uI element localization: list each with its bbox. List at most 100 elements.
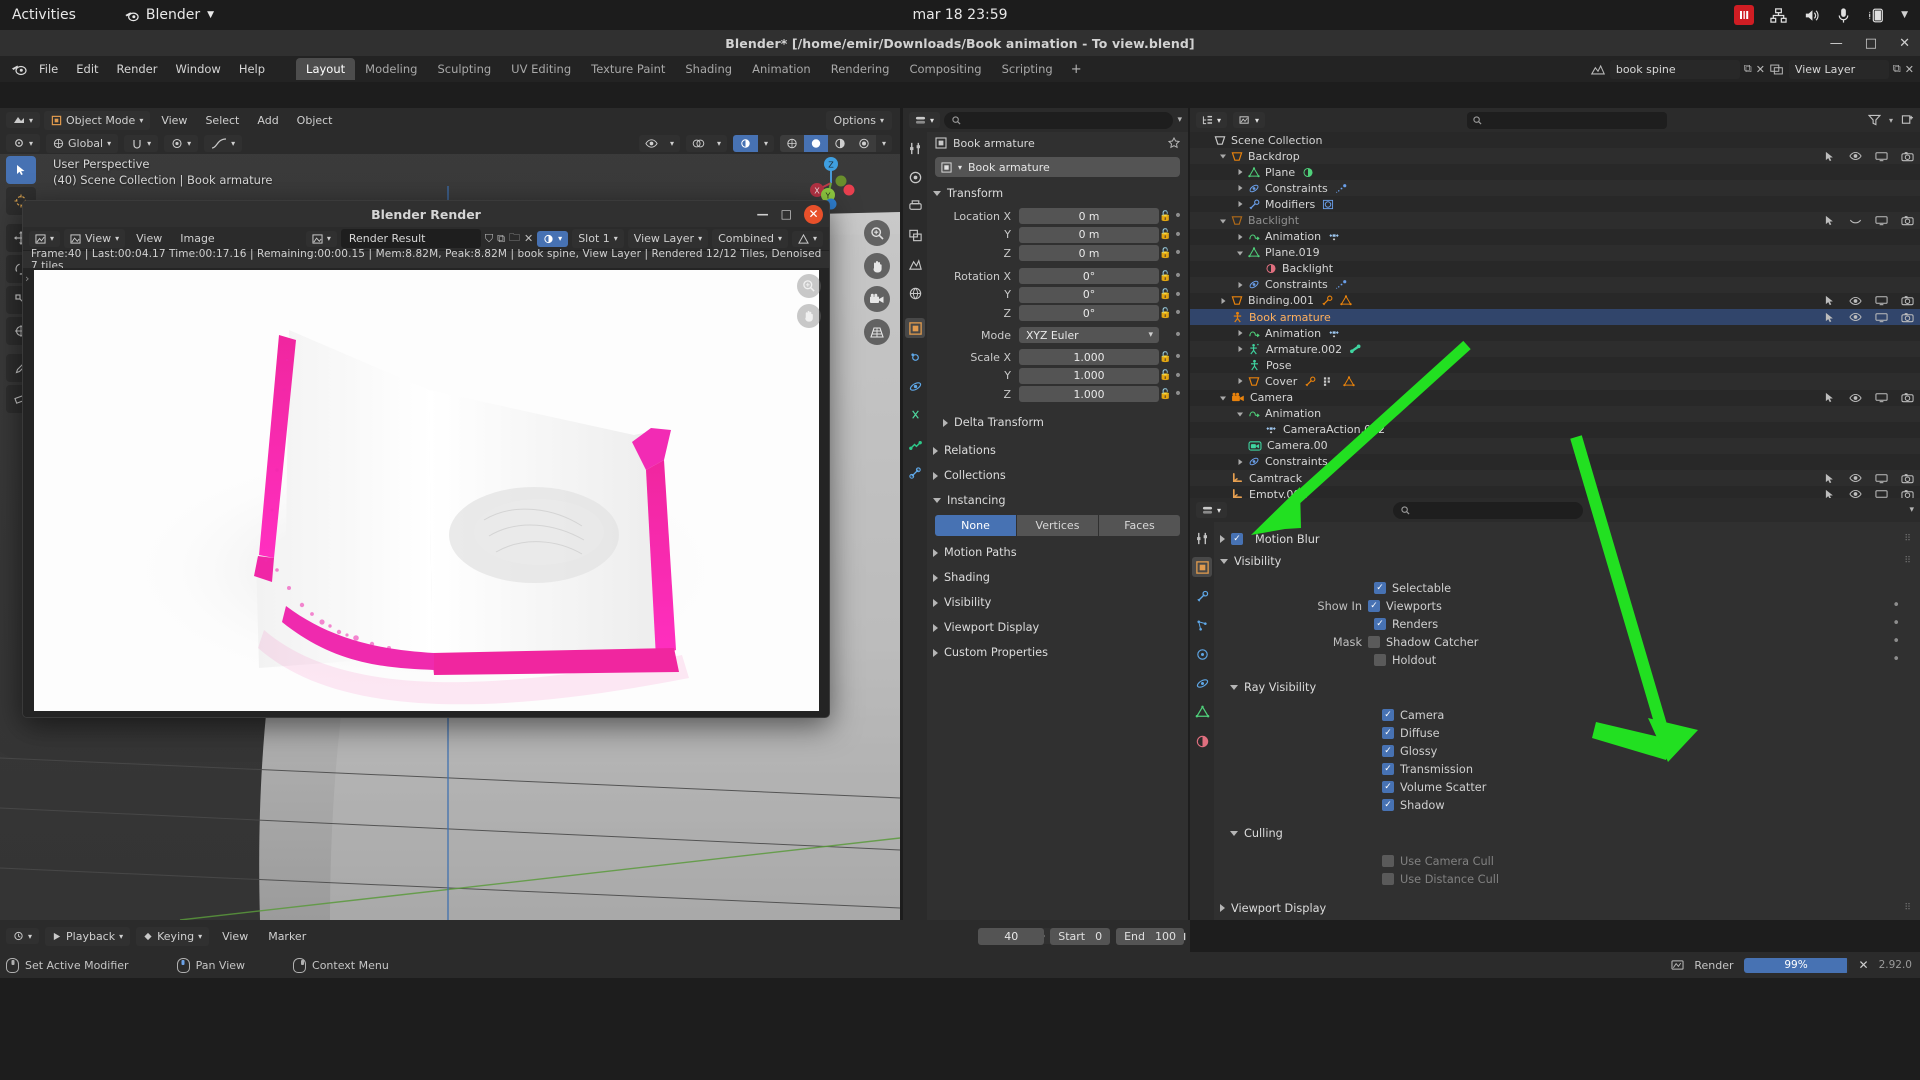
dropdown-rotation-mode[interactable]: XYZ Euler ▾ (1019, 327, 1159, 343)
tab-object-data[interactable] (1192, 702, 1212, 722)
fake-user-shield-icon[interactable]: ⛉ (485, 232, 493, 246)
disable-in-renders-icon[interactable] (1901, 151, 1914, 162)
tab-compositing[interactable]: Compositing (899, 58, 991, 80)
shading-wireframe-icon[interactable] (779, 134, 804, 152)
outliner-row-camtrack[interactable]: Camtrack (1190, 469, 1920, 487)
hide-in-viewport-icon[interactable] (1849, 473, 1862, 483)
shading-dropdown-icon[interactable]: ▾ (876, 135, 892, 152)
disable-in-viewports-icon[interactable] (1875, 392, 1888, 403)
xray-toggle-group[interactable]: ▾ (732, 134, 774, 152)
lock-icon[interactable]: 🔓 (1159, 370, 1172, 381)
timeline-menu-view[interactable]: View (215, 927, 255, 946)
chevron-down-icon[interactable] (1217, 152, 1228, 160)
disable-in-renders-icon[interactable] (1901, 489, 1914, 498)
render-image-browse-icon[interactable]: ▾ (305, 230, 337, 247)
xray-dropdown-icon[interactable]: ▾ (758, 135, 774, 152)
object-id-field[interactable]: ▾ Book armature (935, 157, 1180, 177)
timeline-menu-marker[interactable]: Marker (261, 927, 313, 946)
network-icon[interactable] (1770, 7, 1787, 24)
chevron-right-icon[interactable] (1234, 281, 1245, 289)
volume-icon[interactable] (1803, 7, 1820, 24)
viewport-menu-view[interactable]: View (154, 111, 194, 130)
panel-shading-header[interactable]: Shading (927, 567, 1188, 588)
start-frame-field[interactable]: Start 0 (1050, 927, 1111, 945)
animate-dot-icon[interactable]: • (1892, 617, 1900, 630)
outliner-row-animation[interactable]: Animation (1190, 405, 1920, 422)
tab-modeling[interactable]: Modeling (355, 58, 427, 80)
hide-in-viewport-icon[interactable] (1849, 489, 1862, 498)
scene-name-field[interactable]: book spine (1609, 59, 1740, 79)
keying-dropdown[interactable]: Keying ▾ (136, 926, 210, 946)
input-rotation-z[interactable]: 0° (1019, 305, 1159, 321)
constraint-follow-icon[interactable] (1335, 183, 1348, 194)
wrench-icon[interactable] (1321, 295, 1333, 306)
render-minimize-button[interactable]: — (757, 207, 769, 221)
constraint-follow-icon[interactable] (1335, 456, 1348, 467)
restrict-select-icon[interactable] (1824, 312, 1836, 323)
lock-icon[interactable]: 🔓 (1159, 308, 1172, 319)
input-scale-z[interactable]: 1.000 (1019, 386, 1159, 402)
unlink-scene-icon[interactable]: ✕ (1756, 63, 1765, 76)
chevron-down-icon[interactable] (1217, 394, 1228, 402)
show-overlays-icon[interactable] (686, 135, 711, 152)
viewport-menu-object[interactable]: Object (290, 111, 340, 130)
tab-sculpting[interactable]: Sculpting (427, 58, 501, 80)
render-layer-dropdown[interactable]: View Layer ▾ (627, 229, 709, 248)
tab-layout[interactable]: Layout (296, 58, 356, 80)
open-image-icon[interactable]: 🗀 (509, 229, 520, 248)
toggle-perspective-icon[interactable] (864, 319, 890, 345)
ray-transmission-checkbox[interactable] (1382, 763, 1394, 775)
restrict-select-icon[interactable] (1824, 295, 1836, 306)
tab-modifiers[interactable] (905, 347, 925, 367)
render-slot-dropdown[interactable]: Slot 1 ▾ (572, 229, 624, 248)
object-mode-selector[interactable]: Object Mode ▾ (44, 110, 151, 130)
tab-animation[interactable]: Animation (742, 58, 821, 80)
desktop-clock[interactable]: mar 18 23:59 (912, 7, 1007, 23)
bone-icon[interactable] (1349, 344, 1362, 354)
action-icon[interactable] (1328, 328, 1341, 339)
panel-collections-header[interactable]: Collections (927, 465, 1188, 486)
instancing-option-vertices[interactable]: Vertices (1017, 515, 1098, 536)
panel-transform-header[interactable]: Transform (927, 183, 1188, 204)
render-view-mode-button[interactable]: View ▾ (64, 229, 126, 248)
new-collection-icon[interactable] (1901, 114, 1914, 126)
animate-dot-icon[interactable]: • (1172, 246, 1184, 260)
lock-icon[interactable]: 🔓 (1159, 248, 1172, 259)
new-view-layer-icon[interactable]: ⧉ (1893, 62, 1901, 76)
panel-grip[interactable]: ⠿ (1904, 534, 1912, 544)
chevron-right-icon[interactable] (1234, 184, 1245, 192)
outliner-row-animation[interactable]: Animation (1190, 229, 1920, 245)
disable-in-renders-icon[interactable] (1901, 295, 1914, 306)
animate-dot-icon[interactable]: • (1172, 209, 1184, 223)
objprops-search-input[interactable] (1393, 501, 1584, 519)
panel-visibility-header[interactable]: Visibility ⠿ (1214, 551, 1920, 571)
outliner-row-constraints[interactable]: Constraints (1190, 276, 1920, 293)
animate-dot-icon[interactable]: • (1892, 635, 1900, 648)
render-pass-dropdown[interactable]: Combined ▾ (712, 229, 788, 248)
render-editor-type-button[interactable]: ▾ (29, 230, 61, 247)
menu-render[interactable]: Render (108, 59, 167, 79)
outliner-editor-type-button[interactable]: ▾ (1196, 112, 1228, 128)
battery-icon[interactable] (1867, 7, 1885, 24)
restrict-select-icon[interactable] (1824, 473, 1836, 484)
render-image-name-field[interactable]: Render Result (340, 229, 481, 248)
panel-visibility-header[interactable]: Visibility (927, 592, 1188, 613)
disable-in-viewports-icon[interactable] (1875, 215, 1888, 226)
renders-checkbox[interactable] (1374, 618, 1386, 630)
disable-in-viewports-icon[interactable] (1875, 151, 1888, 162)
render-display-mode-icon[interactable]: ▾ (791, 230, 823, 247)
panel-grip[interactable]: ⠿ (1904, 556, 1912, 566)
tab-tool[interactable] (905, 138, 925, 158)
shadow-catcher-checkbox[interactable] (1368, 636, 1380, 648)
menu-help[interactable]: Help (230, 59, 274, 79)
shading-solid-icon[interactable] (803, 134, 828, 152)
tab-object[interactable] (1192, 557, 1212, 577)
input-scale-y[interactable]: 1.000 (1019, 367, 1159, 384)
microphone-icon[interactable] (1836, 7, 1851, 24)
outliner-row-binding-001[interactable]: Binding.001 (1190, 293, 1920, 309)
animate-dot-icon[interactable]: • (1172, 269, 1184, 283)
falloff-curve-icon[interactable]: ▾ (204, 134, 243, 152)
chevron-down-icon[interactable]: ▾ (1889, 116, 1893, 125)
render-sidebar-toggle[interactable]: › (25, 272, 29, 285)
tab-shading[interactable]: Shading (675, 58, 742, 80)
